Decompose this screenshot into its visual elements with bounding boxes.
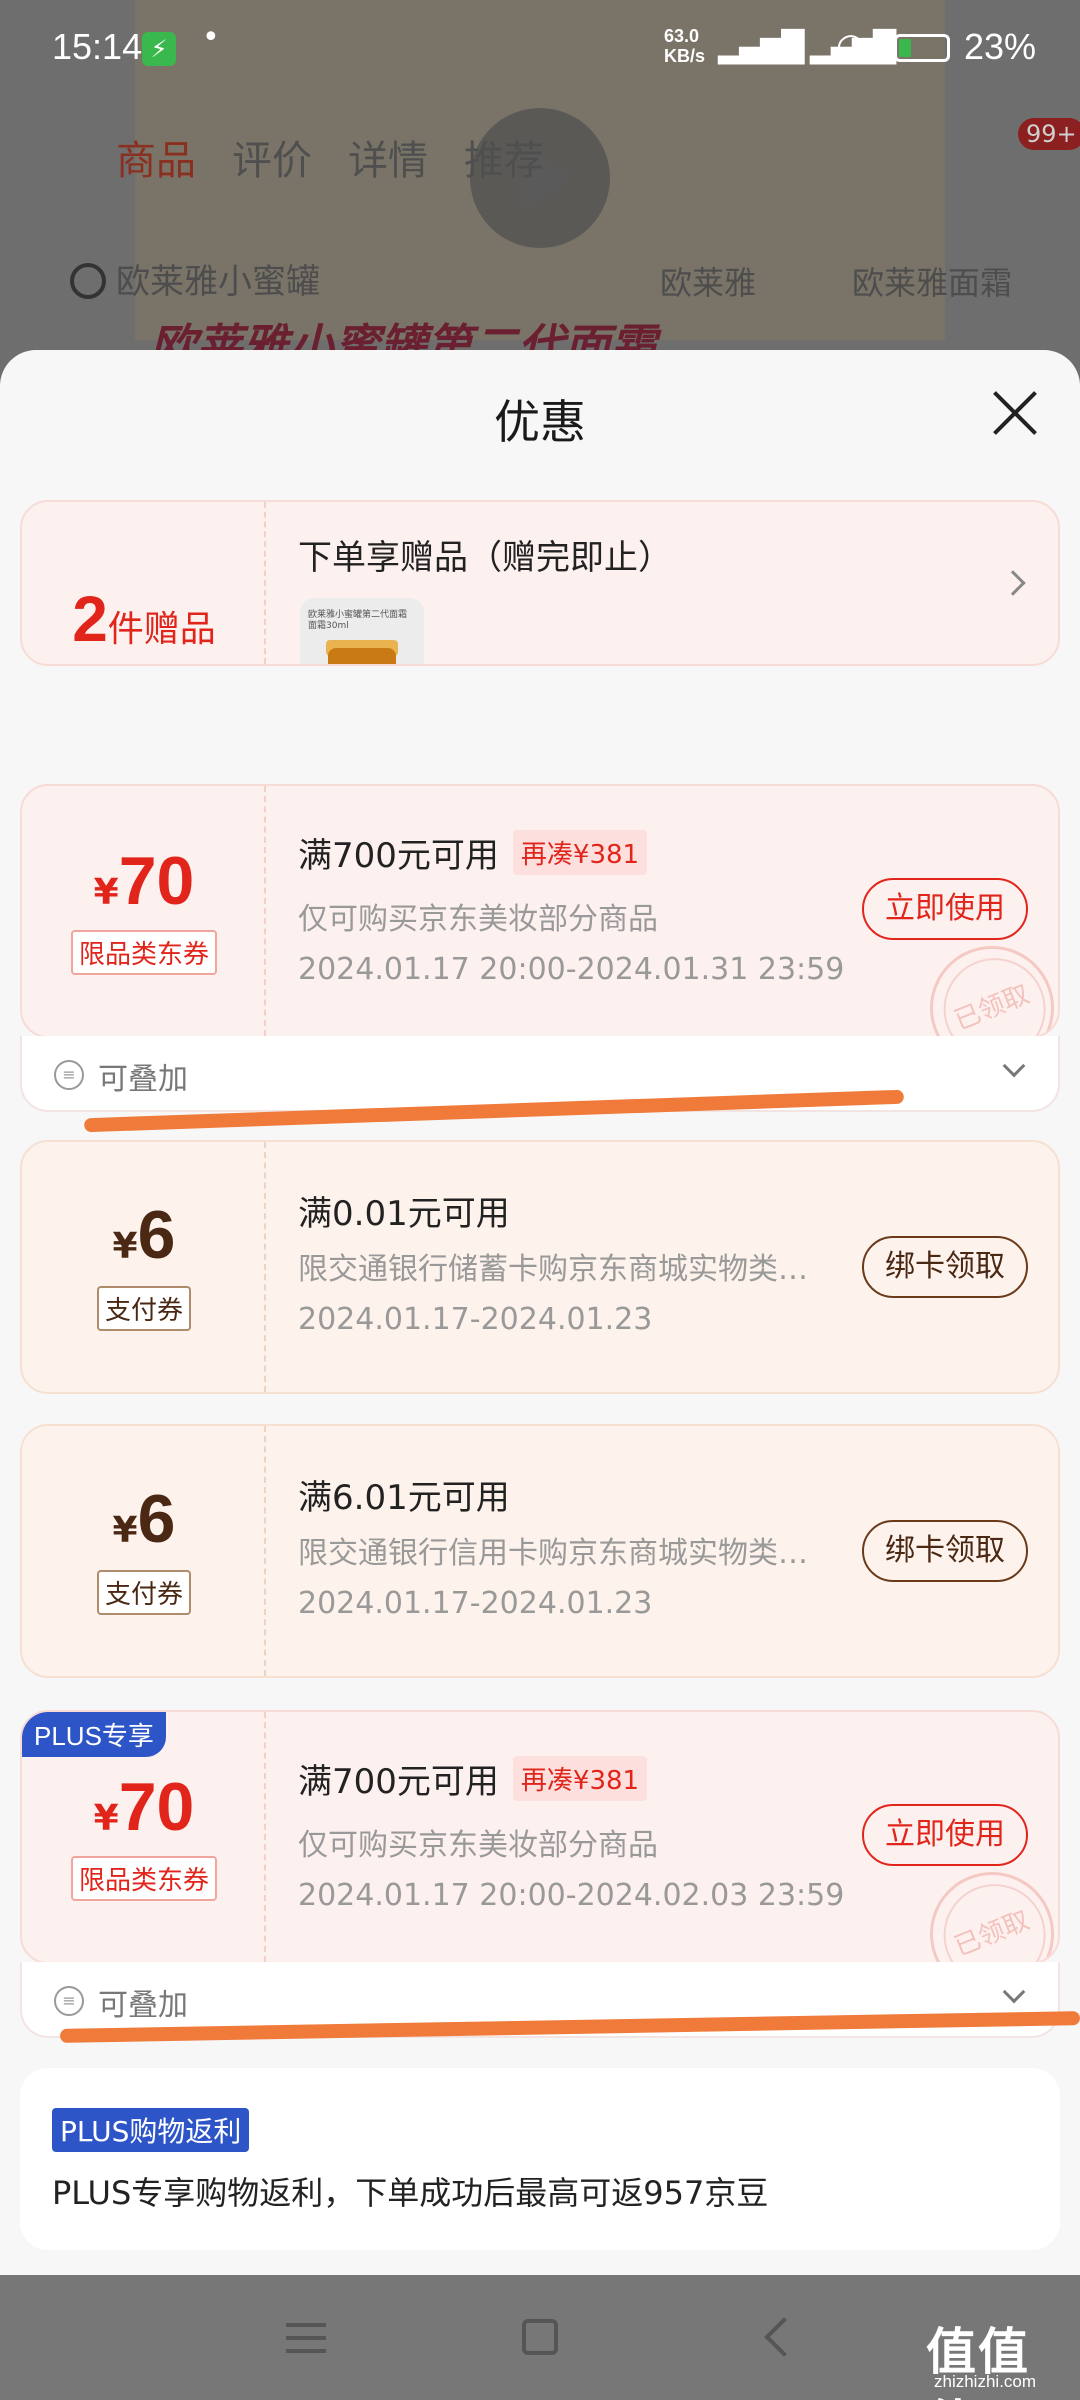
search-icon xyxy=(70,263,106,299)
coupon-card: ¥70 限品类东券 PLUS专享 满700元可用 再凑¥381 仅可购买京东美妆部… xyxy=(20,1710,1060,1964)
coupon-card: ¥70 限品类东券 满700元可用 再凑¥381 仅可购买京东美妆部分商品 202… xyxy=(20,784,1060,1038)
search-chip: 欧莱雅面霜 xyxy=(852,264,1013,302)
topup-tag: 再凑¥381 xyxy=(512,1756,648,1801)
chevron-right-icon xyxy=(1000,570,1026,596)
coupon-scope: 限交通银行信用卡购京东商城实物类… xyxy=(298,1536,808,1571)
gift-thumbnail[interactable]: 欧莱雅小蜜罐第二代面霜 面霜30ml xyxy=(300,598,424,664)
signal-icon: ▂▄▆█ ▂▄▆█ xyxy=(718,30,896,65)
stackable-row[interactable]: ≡ 可叠加 xyxy=(20,1036,1060,1112)
coupon-condition: 满700元可用 再凑¥381 xyxy=(298,828,648,877)
coupon-condition: 满6.01元可用 xyxy=(298,1478,510,1518)
stack-icon: ≡ xyxy=(54,1986,84,2016)
system-nav-bar xyxy=(0,2275,1080,2400)
coupon-period: 2024.01.17 20:00-2024.01.31 23:59 xyxy=(298,952,845,987)
status-bar: 15:14 ⚡ • 63.0 KB/s ▂▄▆█ ▂▄▆█ ◠ 23% xyxy=(0,0,1080,96)
gift-title: 下单享赠品（赠完即止） xyxy=(298,538,672,578)
sheet-title: 优惠 xyxy=(494,395,586,449)
chevron-down-icon[interactable] xyxy=(1002,1980,1026,2004)
claimed-stamp: 已领取 xyxy=(911,1853,1058,1962)
close-icon[interactable] xyxy=(990,388,1040,438)
tab-product: 商品 xyxy=(116,138,196,184)
gift-count: 2件赠品 xyxy=(72,583,216,655)
coupon-left: ¥70 限品类东券 xyxy=(22,786,266,1036)
use-now-button[interactable]: 立即使用 xyxy=(862,1804,1028,1866)
coupon-amount: ¥70 xyxy=(93,843,195,919)
product-tabs: 商品 评价 详情 推荐 xyxy=(116,128,580,186)
use-now-button[interactable]: 立即使用 xyxy=(862,878,1028,940)
coupon-type: 限品类东券 xyxy=(22,930,266,975)
coupon-card: ¥6 支付券 满0.01元可用 限交通银行储蓄卡购京东商城实物类… 2024.0… xyxy=(20,1140,1060,1394)
chevron-down-icon[interactable] xyxy=(1002,1054,1026,1078)
coupon-left: ¥6 支付券 xyxy=(22,1142,266,1392)
thumb-caption: 欧莱雅小蜜罐第二代面霜 面霜30ml xyxy=(308,610,408,631)
coupon-card: ¥6 支付券 满6.01元可用 限交通银行信用卡购京东商城实物类… 2024.0… xyxy=(20,1424,1060,1678)
coupon-scope: 限交通银行储蓄卡购京东商城实物类… xyxy=(298,1252,808,1287)
coupon-amount: ¥6 xyxy=(112,1481,176,1557)
coupon-amount: ¥6 xyxy=(112,1197,176,1273)
battery-percent: 23% xyxy=(964,26,1037,67)
menu-icon[interactable] xyxy=(286,2323,326,2353)
coupon-scope: 仅可购买京东美妆部分商品 xyxy=(298,1828,658,1863)
plus-rebate-card: PLUS购物返利 PLUS专享购物返利，下单成功后最高可返957京豆 xyxy=(20,2068,1060,2250)
coupon-period: 2024.01.17 20:00-2024.02.03 23:59 xyxy=(298,1878,845,1913)
coupon-period: 2024.01.17-2024.01.23 xyxy=(298,1586,653,1621)
plus-rebate-text: PLUS专享购物返利，下单成功后最高可返957京豆 xyxy=(52,2174,769,2212)
bind-card-button[interactable]: 绑卡领取 xyxy=(862,1520,1028,1582)
coupon-left: ¥6 支付券 xyxy=(22,1426,266,1676)
coupon-condition: 满700元可用 再凑¥381 xyxy=(298,1754,648,1803)
topup-tag: 再凑¥381 xyxy=(512,830,648,875)
coupon-period: 2024.01.17-2024.01.23 xyxy=(298,1302,653,1337)
watermark-url: zhizhizhi.com xyxy=(934,2372,1037,2391)
message-count-badge: 99+ xyxy=(1018,118,1080,150)
clock: 15:14 xyxy=(52,26,143,67)
charging-icon: ⚡ xyxy=(142,32,176,66)
bind-card-button[interactable]: 绑卡领取 xyxy=(862,1236,1028,1298)
gift-card[interactable]: 2件赠品 下单享赠品（赠完即止） 欧莱雅小蜜罐第二代面霜 面霜30ml xyxy=(20,500,1060,666)
battery-icon xyxy=(894,34,950,62)
coupon-scope: 仅可购买京东美妆部分商品 xyxy=(298,902,658,937)
offers-sheet: 优惠 2件赠品 下单享赠品（赠完即止） 欧莱雅小蜜罐第二代面霜 面霜30ml ¥… xyxy=(0,350,1080,2275)
coupon-type: 支付券 xyxy=(22,1570,266,1615)
claimed-stamp: 已领取 xyxy=(911,927,1058,1036)
search-chip: 欧莱雅 xyxy=(660,264,757,302)
coupon-amount: ¥70 xyxy=(93,1769,195,1845)
stackable-label: 可叠加 xyxy=(98,1062,188,1097)
tab-details: 详情 xyxy=(348,138,428,184)
search-text: 欧莱雅小蜜罐 xyxy=(116,262,320,302)
home-icon[interactable] xyxy=(522,2319,558,2355)
jar-image xyxy=(328,648,396,664)
stack-icon: ≡ xyxy=(54,1060,84,1090)
tab-recommend: 推荐 xyxy=(464,138,544,184)
gift-card-left: 2件赠品 xyxy=(22,502,266,664)
wifi-icon: ◠ xyxy=(836,26,866,66)
coupon-condition: 满0.01元可用 xyxy=(298,1194,510,1234)
coupon-type: 支付券 xyxy=(22,1286,266,1331)
plus-exclusive-badge: PLUS专享 xyxy=(22,1712,166,1757)
tab-reviews: 评价 xyxy=(232,138,312,184)
coupon-type: 限品类东券 xyxy=(22,1856,266,1901)
back-icon[interactable] xyxy=(764,2317,804,2357)
stackable-label: 可叠加 xyxy=(98,1988,188,2023)
plus-rebate-badge: PLUS购物返利 xyxy=(52,2108,250,2152)
related-search: 欧莱雅小蜜罐 xyxy=(70,254,320,303)
network-speed: 63.0 KB/s xyxy=(664,26,706,66)
notification-dot-icon: • xyxy=(202,20,220,55)
